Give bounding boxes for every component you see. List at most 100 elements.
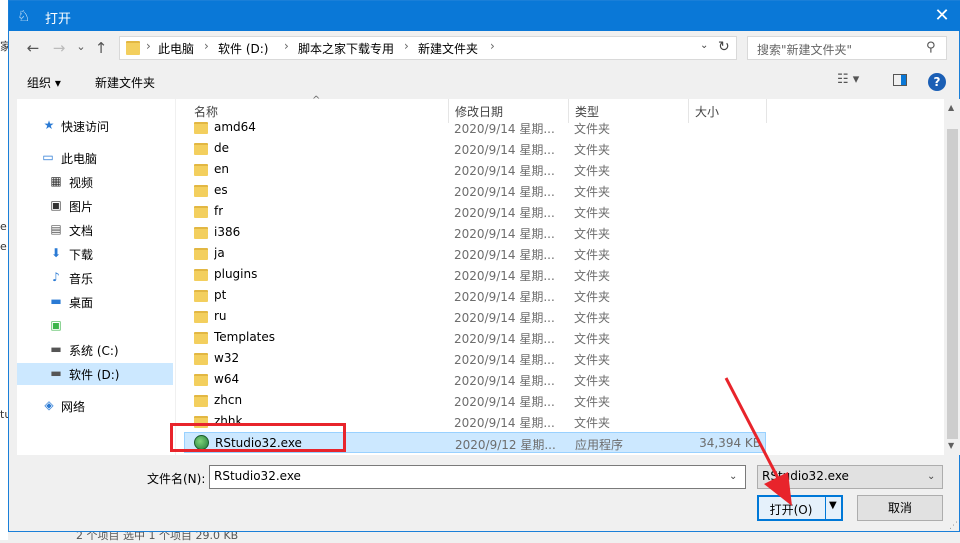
file-type: 文件夹 — [574, 374, 611, 388]
app-icon: ♘ — [17, 7, 31, 25]
file-row[interactable]: es 2020/9/14 星期... 文件夹 — [184, 180, 766, 201]
sidebar-item-desktop[interactable]: ▬ 桌面 — [17, 291, 173, 313]
file-row[interactable]: pt 2020/9/14 星期... 文件夹 — [184, 285, 766, 306]
file-row[interactable]: plugins 2020/9/14 星期... 文件夹 — [184, 264, 766, 285]
file-date: 2020/9/14 星期... — [454, 248, 555, 262]
address-dropdown-icon[interactable]: ⌄ — [700, 40, 708, 51]
sidebar-item-drive-d[interactable]: ▬ 软件 (D:) — [17, 363, 173, 385]
folder-icon — [194, 122, 208, 134]
breadcrumb-separator: › — [404, 39, 409, 53]
sidebar-item-documents[interactable]: ▤ 文档 — [17, 219, 173, 241]
background-char: e — [0, 220, 7, 233]
file-row[interactable]: de 2020/9/14 星期... 文件夹 — [184, 138, 766, 159]
scrollbar-thumb[interactable] — [947, 129, 958, 439]
file-list: 名称 ^ 修改日期 类型 大小 amd64 2020/9/14 星期... 文件夹 d… — [176, 95, 944, 455]
breadcrumb-separator: › — [284, 39, 289, 53]
file-date: 2020/9/14 星期... — [454, 206, 555, 220]
breadcrumb-separator: › — [146, 39, 151, 53]
file-name: fr — [214, 204, 224, 218]
file-row[interactable]: i386 2020/9/14 星期... 文件夹 — [184, 222, 766, 243]
file-type: 文件夹 — [574, 416, 611, 430]
file-row[interactable]: amd64 2020/9/14 星期... 文件夹 — [184, 117, 766, 138]
column-divider[interactable] — [766, 99, 767, 123]
back-arrow-icon[interactable]: ← — [23, 38, 43, 58]
close-button[interactable]: ✕ — [923, 1, 960, 31]
sidebar-item-music[interactable]: ♪ 音乐 — [17, 267, 173, 289]
help-icon[interactable]: ? — [928, 73, 946, 91]
sidebar-item-this-pc[interactable]: ▭ 此电脑 — [17, 147, 173, 169]
file-row[interactable]: w32 2020/9/14 星期... 文件夹 — [184, 348, 766, 369]
document-icon: ▤ — [50, 222, 62, 236]
file-row[interactable]: w64 2020/9/14 星期... 文件夹 — [184, 369, 766, 390]
file-name: w64 — [214, 372, 240, 386]
folder-icon — [194, 269, 208, 281]
address-bar[interactable]: › 此电脑 › 软件 (D:) › 脚本之家下载专用 › 新建文件夹 › ⌄ ↻ — [119, 36, 737, 60]
folder-icon — [194, 290, 208, 302]
forward-arrow-icon[interactable]: → — [49, 38, 69, 58]
breadcrumb-separator: › — [490, 39, 495, 53]
scroll-up-icon[interactable]: ▲ — [948, 103, 954, 112]
file-type: 文件夹 — [574, 164, 611, 178]
sidebar-item-pictures[interactable]: ▣ 图片 — [17, 195, 173, 217]
breadcrumb-drive-d[interactable]: 软件 (D:) — [218, 40, 268, 57]
recent-locations-chevron-icon[interactable]: ⌄ — [71, 37, 91, 57]
up-arrow-icon[interactable]: ↑ — [91, 38, 111, 58]
folder-icon — [194, 164, 208, 176]
file-type: 文件夹 — [574, 311, 611, 325]
open-options-dropdown-icon[interactable]: ▼ — [829, 500, 837, 511]
file-row[interactable]: ru 2020/9/14 星期... 文件夹 — [184, 306, 766, 327]
file-name: pt — [214, 288, 227, 302]
breadcrumb-download-folder[interactable]: 脚本之家下载专用 — [298, 40, 394, 57]
search-box[interactable]: 搜索"新建文件夹" ⚲ — [747, 36, 947, 60]
file-date: 2020/9/14 星期... — [454, 122, 555, 136]
cancel-button[interactable]: 取消 — [857, 495, 943, 521]
file-type: 文件夹 — [574, 122, 611, 136]
new-folder-button[interactable]: 新建文件夹 — [95, 74, 155, 91]
sidebar-item-network[interactable]: ◈ 网络 — [17, 395, 173, 417]
network-icon: ◈ — [44, 398, 54, 412]
file-row[interactable]: ja 2020/9/14 星期... 文件夹 — [184, 243, 766, 264]
filter-dropdown-icon[interactable]: ⌄ — [927, 471, 935, 482]
sort-ascending-icon: ^ — [312, 95, 321, 106]
file-row[interactable]: fr 2020/9/14 星期... 文件夹 — [184, 201, 766, 222]
file-type: 文件夹 — [574, 395, 611, 409]
sidebar-item-label: 此电脑 — [61, 152, 98, 166]
title-bar[interactable]: ♘ 打开 ✕ — [9, 1, 960, 31]
sidebar-item-quick-access[interactable]: ★ 快速访问 — [17, 115, 173, 137]
scroll-down-icon[interactable]: ▼ — [948, 441, 954, 450]
app-shortcut-icon: ▣ — [50, 318, 62, 332]
organize-menu[interactable]: 组织 ▾ — [27, 74, 61, 91]
file-type: 文件夹 — [574, 206, 611, 220]
file-date: 2020/9/14 星期... — [454, 353, 555, 367]
view-options-icon[interactable]: ☷ ▾ — [837, 72, 859, 87]
sidebar-item-drive-c[interactable]: ▬ 系统 (C:) — [17, 339, 173, 361]
refresh-icon[interactable]: ↻ — [718, 39, 730, 55]
file-name: en — [214, 162, 229, 176]
file-type: 应用程序 — [575, 438, 624, 452]
search-icon[interactable]: ⚲ — [926, 40, 936, 55]
resize-grip-icon[interactable]: ⋰ — [949, 521, 958, 531]
file-row[interactable]: zhcn 2020/9/14 星期... 文件夹 — [184, 390, 766, 411]
music-icon: ♪ — [52, 270, 60, 284]
file-type: 文件夹 — [574, 353, 611, 367]
breadcrumb-this-pc[interactable]: 此电脑 — [158, 40, 194, 57]
file-name: es — [214, 183, 228, 197]
sidebar-item-videos[interactable]: ▦ 视频 — [17, 171, 173, 193]
sidebar-item-downloads[interactable]: ⬇ 下载 — [17, 243, 173, 265]
breadcrumb-new-folder[interactable]: 新建文件夹 — [418, 40, 478, 57]
sidebar-item-label: 系统 (C:) — [69, 344, 119, 358]
sidebar-item-app[interactable]: ▣ — [17, 315, 173, 337]
computer-icon: ▭ — [42, 150, 54, 164]
file-type: 文件夹 — [574, 185, 611, 199]
preview-pane-icon[interactable] — [893, 74, 907, 86]
file-row[interactable]: Templates 2020/9/14 星期... 文件夹 — [184, 327, 766, 348]
pointer-arrow-annotation — [724, 377, 792, 506]
download-icon: ⬇ — [50, 246, 62, 260]
video-icon: ▦ — [50, 174, 62, 188]
desktop-icon: ▬ — [50, 294, 62, 308]
file-name: zhcn — [214, 393, 243, 407]
vertical-scrollbar[interactable]: ▲ ▼ — [944, 99, 960, 455]
file-date: 2020/9/14 星期... — [454, 227, 555, 241]
filename-input[interactable]: RStudio32.exe — [209, 465, 746, 489]
file-row[interactable]: en 2020/9/14 星期... 文件夹 — [184, 159, 766, 180]
